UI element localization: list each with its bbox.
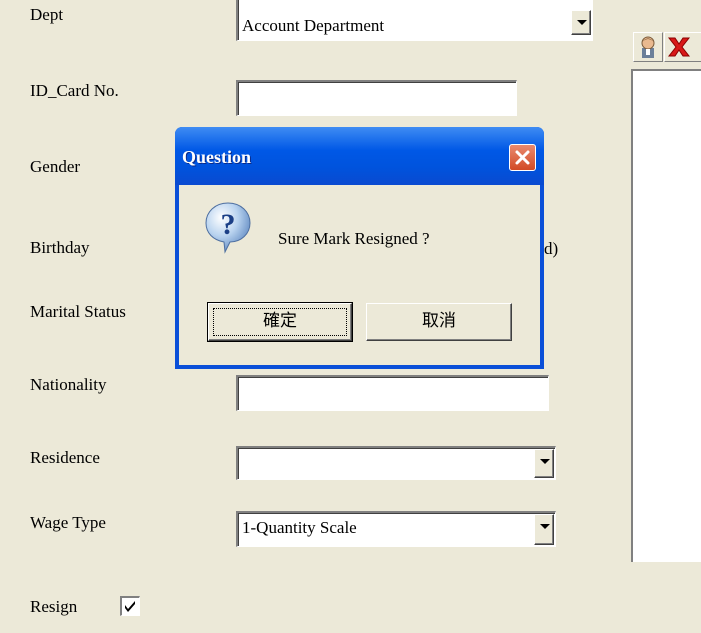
wage-type-select[interactable]: 1-Quantity Scale [236, 511, 556, 547]
dialog-titlebar[interactable]: Question [175, 127, 544, 185]
checkmark-icon [125, 601, 135, 612]
nationality-label: Nationality [30, 375, 107, 394]
right-list-panel[interactable] [631, 69, 701, 562]
ok-button[interactable]: 確定 [207, 302, 353, 342]
dialog-body: ? Sure Mark Resigned ? 確定 取消 [179, 185, 540, 365]
wage-type-dropdown-arrow-icon[interactable] [534, 514, 554, 545]
close-icon [515, 150, 530, 165]
question-icon: ? [205, 202, 251, 254]
id-card-label: ID_Card No. [30, 81, 119, 100]
dialog-message: Sure Mark Resigned ? [278, 229, 430, 248]
wage-type-label: Wage Type [30, 513, 106, 532]
cancel-button-label: 取消 [422, 311, 456, 330]
cancel-button[interactable]: 取消 [366, 303, 512, 341]
id-card-input[interactable] [236, 80, 517, 116]
resign-checkbox[interactable] [120, 596, 140, 616]
marital-status-label: Marital Status [30, 302, 126, 321]
user-toolbar-button[interactable] [633, 32, 663, 62]
question-dialog: Question ? Sure Mark Resigned ? 確定 取消 [175, 127, 544, 369]
residence-label: Residence [30, 448, 100, 467]
svg-text:?: ? [221, 208, 236, 241]
birthday-format-hint: d) [544, 239, 559, 258]
dept-select[interactable]: Account Department [236, 0, 593, 41]
dialog-close-button[interactable] [509, 144, 536, 171]
resign-label: Resign [30, 597, 78, 616]
dialog-title: Question [182, 147, 252, 167]
birthday-label: Birthday [30, 238, 90, 257]
gender-label: Gender [30, 157, 81, 176]
dept-label: Dept [30, 5, 64, 24]
dept-select-value: Account Department [242, 16, 385, 35]
wage-type-select-value: 1-Quantity Scale [242, 518, 357, 537]
residence-select[interactable] [236, 446, 556, 480]
dept-dropdown-arrow-icon[interactable] [571, 10, 591, 35]
delete-toolbar-button[interactable] [664, 32, 701, 62]
nationality-input[interactable] [236, 375, 549, 411]
delete-icon [667, 37, 691, 57]
focus-rect [213, 308, 347, 336]
residence-dropdown-arrow-icon[interactable] [534, 449, 554, 478]
user-icon [641, 36, 655, 58]
